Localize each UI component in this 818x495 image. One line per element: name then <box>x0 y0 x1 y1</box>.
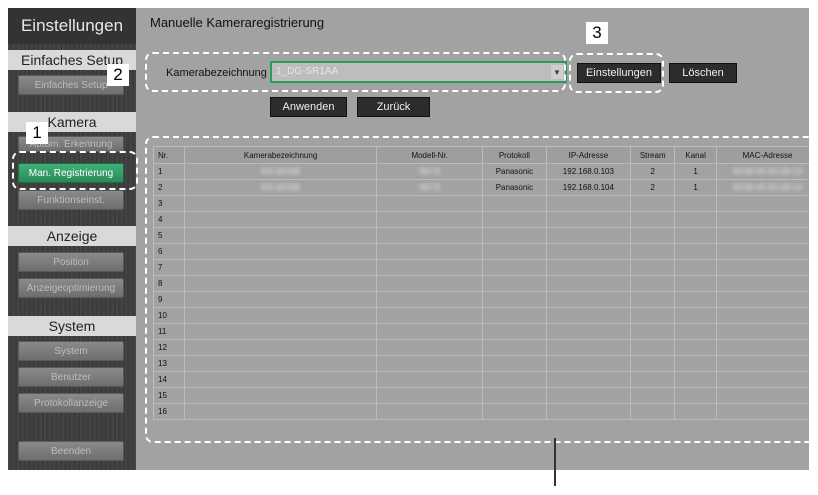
annotation-number-2: 2 <box>107 64 129 86</box>
sidebar-section-system: System <box>8 316 136 336</box>
sidebar-section-anzeige: Anzeige <box>8 226 136 246</box>
exit-button[interactable]: Beenden <box>18 441 124 461</box>
annotation-box-1 <box>12 151 138 190</box>
apply-button[interactable]: Anwenden <box>270 97 347 117</box>
annotation-number-3: 3 <box>586 22 608 44</box>
app-window: Einstellungen Einfaches Setup Einfaches … <box>8 8 809 470</box>
back-button[interactable]: Zurück <box>357 97 430 117</box>
sidebar-item-funktionseinst[interactable]: Funktionseinst. <box>18 190 124 210</box>
sidebar-item-position[interactable]: Position <box>18 252 124 272</box>
page-title: Manuelle Kameraregistrierung <box>150 15 325 30</box>
annotation-box-table <box>145 136 809 443</box>
sidebar-item-anzeigeoptimierung[interactable]: Anzeigeoptimierung <box>18 278 124 298</box>
sidebar-item-protokollanzeige[interactable]: Protokollanzeige <box>18 393 124 413</box>
delete-button[interactable]: Löschen <box>669 63 737 83</box>
annotation-pointer-line <box>554 438 556 486</box>
sidebar-item-benutzer[interactable]: Benutzer <box>18 367 124 387</box>
annotation-box-3 <box>569 53 664 93</box>
annotation-box-2 <box>145 52 566 92</box>
annotation-number-1: 1 <box>26 122 48 144</box>
sidebar-item-system[interactable]: System <box>18 341 124 361</box>
sidebar-title: Einstellungen <box>8 8 136 44</box>
